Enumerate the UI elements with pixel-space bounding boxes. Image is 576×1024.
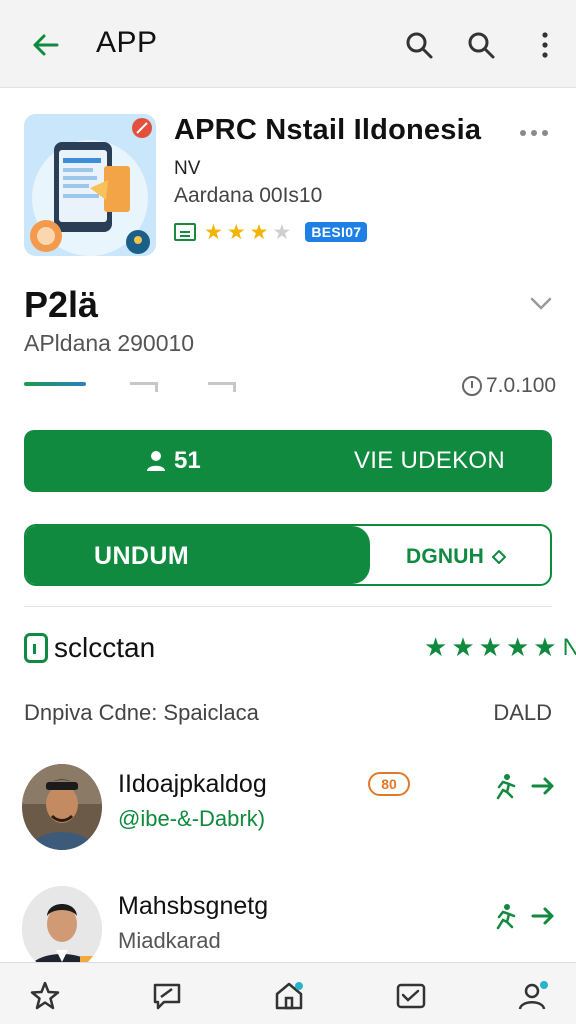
install-button-label: VIE UDEKON xyxy=(354,447,506,474)
app-bar-title: APP xyxy=(96,26,158,59)
download-button-label: UNDUM xyxy=(94,542,190,570)
app-badge: BESI07 xyxy=(305,222,368,242)
reviews-heading: sclcctan xyxy=(24,632,155,664)
more-vert-icon[interactable] xyxy=(528,28,562,62)
clock-icon xyxy=(462,376,482,396)
star-icon: ★ xyxy=(505,632,530,662)
bottom-navigation xyxy=(0,962,576,1024)
reviewer-meta: Miadkarad xyxy=(118,928,221,953)
content-rating-icon xyxy=(174,223,196,241)
app-subtitle: Aardana 00Is10 xyxy=(174,184,323,207)
runner-icon[interactable] xyxy=(490,772,518,800)
top-app-bar: APP xyxy=(0,0,576,88)
rating-row: ★ ★ ★ ★ BESI07 xyxy=(174,219,368,245)
runner-icon[interactable] xyxy=(490,902,518,930)
arrow-right-icon[interactable] xyxy=(530,772,558,800)
rating-suffix: N xyxy=(562,633,576,661)
star-icon: ★ xyxy=(478,632,502,662)
install-button[interactable]: 51 VIE UDEKON xyxy=(24,430,552,492)
star-icon: ★ xyxy=(249,220,269,244)
version-title: P2lä xyxy=(24,284,99,325)
divider xyxy=(24,606,552,607)
star-icon: ★ xyxy=(424,632,448,662)
reviews-icon xyxy=(24,633,48,663)
reviewer-name: Mahsbsgnetg xyxy=(118,892,269,920)
star-icon: ★ xyxy=(226,220,246,244)
inbox-icon[interactable] xyxy=(394,979,428,1013)
review-filter-value[interactable]: DALD xyxy=(493,700,552,726)
avatar[interactable] xyxy=(22,886,102,972)
tab-indicator-inactive[interactable] xyxy=(208,382,236,392)
home-icon[interactable] xyxy=(272,979,306,1013)
review-filter-row[interactable]: Dnpiva Cdne: Spaiclaca DALD xyxy=(24,700,552,726)
diamond-arrow-icon xyxy=(492,550,506,564)
version-subtitle: APldana 290010 xyxy=(24,330,195,356)
reviews-heading-label: sclcctan xyxy=(54,632,156,663)
star-icon: ★ xyxy=(272,220,292,244)
version-number: 7.0.100 xyxy=(462,372,556,400)
split-button[interactable]: UNDUM DGNUH xyxy=(24,524,552,586)
search-icon[interactable] xyxy=(464,28,498,62)
secondary-button[interactable]: DGNUH xyxy=(406,545,506,569)
search-icon[interactable] xyxy=(402,28,436,62)
star-icon: ★ xyxy=(204,220,223,244)
coin-badge: 80 xyxy=(368,772,410,796)
reviewer-name: IIdoajpkaldog xyxy=(118,770,267,798)
review-item[interactable]: IIdoajpkaldog @ibe-&-Dabrk) 80 xyxy=(22,764,554,854)
review-filter-label: Dnpiva Cdne: Spaiclaca xyxy=(24,700,259,725)
developer-name[interactable]: NV xyxy=(174,158,200,180)
app-icon xyxy=(24,114,156,256)
more-horiz-icon[interactable] xyxy=(520,126,554,140)
profile-icon[interactable] xyxy=(516,979,550,1013)
star-icon[interactable] xyxy=(28,979,62,1013)
version-number-text: 7.0.100 xyxy=(486,374,557,397)
tab-indicator-inactive[interactable] xyxy=(130,382,158,392)
user-icon xyxy=(147,451,165,471)
avatar[interactable] xyxy=(22,764,102,850)
secondary-button-label: DGNUH xyxy=(406,545,484,568)
download-button[interactable] xyxy=(26,526,370,584)
star-icon: ★ xyxy=(451,632,475,662)
arrow-right-icon[interactable] xyxy=(530,902,558,930)
chevron-down-icon[interactable] xyxy=(528,290,554,316)
chat-icon[interactable] xyxy=(150,979,184,1013)
reviews-rating: ★ ★ ★ ★ ★ N xyxy=(424,632,576,663)
star-icon: ★ xyxy=(533,632,557,662)
tab-indicator[interactable] xyxy=(24,382,86,386)
install-count: 51 xyxy=(174,447,201,474)
back-arrow-icon[interactable] xyxy=(28,28,62,62)
reviewer-meta: @ibe-&-Dabrk) xyxy=(118,806,266,831)
app-name: APRC Nstail Ildonesia xyxy=(174,114,482,146)
